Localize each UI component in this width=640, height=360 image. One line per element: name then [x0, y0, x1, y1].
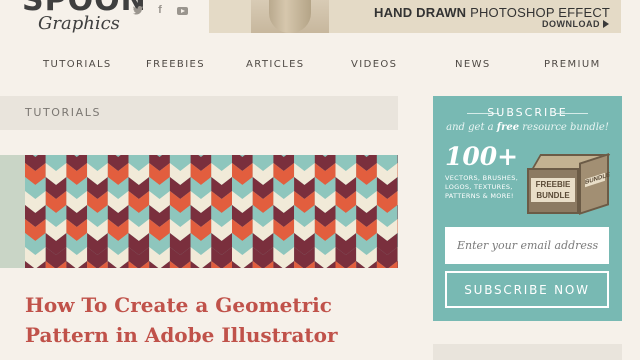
decorative-strip	[0, 155, 25, 268]
subscribe-tagline: and get a free resource bundle!	[433, 122, 622, 133]
nav-premium[interactable]: PREMIUM	[544, 59, 601, 70]
divider-line-right	[556, 113, 588, 114]
category-bar: TUTORIALS	[0, 96, 398, 130]
subscribe-heading: SUBSCRIBE	[487, 106, 568, 119]
banner-download-link[interactable]: DOWNLOAD	[542, 19, 609, 29]
banner-title-bold: HAND DRAWN	[374, 5, 467, 20]
banner-portrait-image	[251, 0, 329, 33]
nav-tutorials[interactable]: TUTORIALS	[43, 59, 112, 70]
post-hero-image[interactable]	[25, 155, 398, 268]
box-label: FREEBIE BUNDLE	[531, 178, 575, 202]
banner-title: HAND DRAWN PHOTOSHOP EFFECT	[374, 5, 610, 20]
twitter-icon[interactable]	[132, 4, 144, 16]
geometric-pattern-image	[25, 155, 398, 268]
social-links: f	[132, 4, 188, 16]
sidebar-next-widget	[433, 344, 622, 360]
email-field[interactable]	[445, 227, 609, 264]
youtube-icon[interactable]	[176, 4, 188, 16]
ad-banner[interactable]: HAND DRAWN PHOTOSHOP EFFECT DOWNLOAD	[209, 0, 621, 33]
facebook-icon[interactable]: f	[154, 4, 166, 16]
resource-count: 100+	[445, 142, 519, 171]
play-arrow-icon	[603, 20, 609, 28]
nav-freebies[interactable]: FREEBIES	[146, 59, 205, 70]
tagline-before: and get a	[446, 122, 497, 133]
nav-news[interactable]: NEWS	[455, 59, 491, 70]
nav-articles[interactable]: ARTICLES	[246, 59, 305, 70]
post-title[interactable]: How To Create a Geometric Pattern in Ado…	[25, 290, 405, 350]
category-label[interactable]: TUTORIALS	[25, 106, 101, 119]
subscribe-button[interactable]: SUBSCRIBE NOW	[445, 271, 609, 308]
nav-videos[interactable]: VIDEOS	[351, 59, 397, 70]
subscribe-panel: SUBSCRIBE and get a free resource bundle…	[433, 96, 622, 321]
tagline-after: resource bundle!	[519, 122, 609, 133]
main-nav: TUTORIALS FREEBIES ARTICLES VIDEOS NEWS …	[0, 59, 640, 73]
banner-title-rest: PHOTOSHOP EFFECT	[466, 5, 611, 20]
banner-download-label: DOWNLOAD	[542, 19, 600, 29]
site-logo[interactable]: SPOON Graphics	[22, 0, 146, 46]
tagline-free: free	[496, 122, 520, 133]
logo-script-text: Graphics	[38, 13, 120, 34]
bundle-box-image: FREEBIE BUNDLE BUNDLE	[521, 146, 613, 216]
